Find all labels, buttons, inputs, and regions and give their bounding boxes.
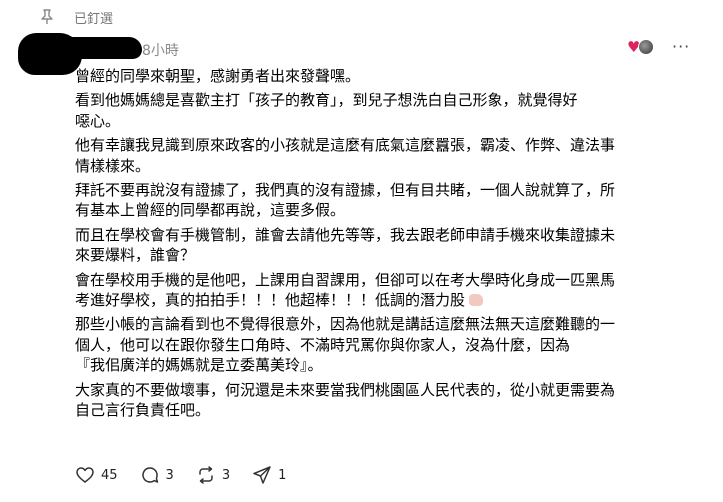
post-line: 曾經的同學來朝聖，感謝勇者出來發聲嘿。	[75, 67, 361, 85]
more-options-icon[interactable]: ···	[672, 39, 690, 55]
post-line: 個人，他可以在跟你發生口角時、不滿時咒罵你與你家人，沒為什麼，因為	[75, 335, 571, 354]
repost-icon	[196, 465, 216, 485]
post-paragraph: 會在學校用手機的是他吧，上課用自習課用，但卻可以在考大學時化身成一匹黑馬 考進好學…	[75, 270, 705, 311]
pin-icon	[38, 8, 56, 26]
post-timestamp[interactable]: 8小時	[142, 40, 179, 60]
post-line: 看到他媽媽總是喜歡主打「孩子的教育」，到兒子想洗白自己形象，就覺得好	[75, 91, 578, 110]
post-line: 『我佀廣洋的媽媽就是立委萬美玲』。	[75, 356, 323, 375]
liked-by-indicator[interactable]: ♥	[627, 39, 655, 55]
pinned-indicator: 已釘選	[38, 6, 113, 28]
post-paragraph: 曾經的同學來朝聖，感謝勇者出來發聲嘿。	[75, 66, 705, 86]
pinned-label: 已釘選	[74, 11, 114, 27]
post-line: 會在學校用手機的是他吧，上課用自習課用，但卻可以在考大學時化身成一匹黑馬	[75, 270, 616, 289]
post-paragraph: 那些小帳的言論看到也不覺得很意外，因為他就是講話這麼無法無天這麼難聽的一 個人，他…	[75, 314, 705, 375]
action-bar: 45 3 3 1	[75, 464, 308, 486]
post-body: 曾經的同學來朝聖，感謝勇者出來發聲嘿。看到他媽媽總是喜歡主打「孩子的教育」，到兒…	[75, 66, 705, 425]
post-line: 拜託不要再說沒有證據了，我們真的沒有證據，但有目共睹，一個人說就算了，所	[75, 181, 616, 200]
post-line: 他有幸讓我見識到原來政客的小孩就是這麼有底氣這麼囂張，霸凌、作弊、違法事	[75, 136, 616, 155]
comment-count: 3	[165, 467, 174, 483]
share-count: 1	[278, 467, 287, 483]
post-line: 而且在學校會有手機管制，誰會去請他先等等，我去跟老師申請手機來收集證據未	[75, 225, 616, 244]
post-line: 來要爆料，誰會？	[75, 246, 196, 265]
share-button[interactable]: 1	[252, 465, 286, 485]
username-redacted[interactable]	[60, 37, 142, 59]
comment-button[interactable]: 3	[140, 465, 174, 485]
post-line: 有基本上曾經的同學都再說，這要多假。	[75, 201, 346, 220]
post-line: 大家真的不要做壞事，何況還是未來要當我們桃園區人民代表的，從小就更需要為	[75, 380, 616, 399]
post-paragraph: 大家真的不要做壞事，何況還是未來要當我們桃園區人民代表的，從小就更需要為 自己言行…	[75, 380, 705, 421]
post-paragraph: 而且在學校會有手機管制，誰會去請他先等等，我去跟老師申請手機來收集證據未 來要爆料…	[75, 225, 705, 266]
post-paragraph: 看到他媽媽總是喜歡主打「孩子的教育」，到兒子想洗白自己形象，就覺得好 噁心。	[75, 90, 705, 131]
post-line: 情樣樣來。	[75, 156, 151, 175]
send-icon	[252, 465, 272, 485]
comment-icon	[140, 465, 160, 485]
post-paragraph: 拜託不要再說沒有證據了，我們真的沒有證據，但有目共睹，一個人說就算了，所 有基本上…	[75, 180, 705, 221]
post-line: 自己言行負責任吧。	[75, 401, 211, 420]
like-button[interactable]: 45	[75, 465, 118, 485]
like-count: 45	[101, 467, 118, 483]
post-paragraph: 他有幸讓我見識到原來政客的小孩就是這麼有底氣這麼囂張，霸凌、作弊、違法事 情樣樣來…	[75, 135, 705, 176]
repost-count: 3	[221, 467, 231, 483]
thumbs-up-icon	[469, 294, 484, 307]
reactor-avatar	[638, 39, 655, 55]
heart-outline-icon	[75, 465, 95, 485]
repost-button[interactable]: 3	[196, 465, 230, 485]
post-line: 考進好學校，真的拍拍手！！！他超棒！！！低調的潛力股	[75, 290, 705, 310]
post-line: 噁心。	[75, 111, 121, 130]
post-line: 那些小帳的言論看到也不覺得很意外，因為他就是講話這麼無法無天這麼難聽的一	[75, 315, 616, 334]
